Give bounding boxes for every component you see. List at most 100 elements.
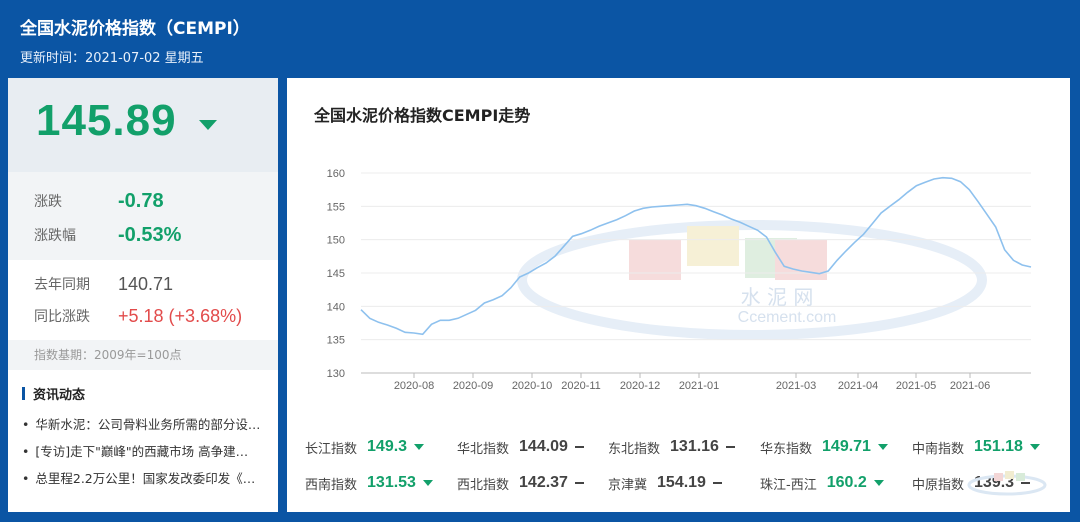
- x-axis: 2020-08 2020-09 2020-10 2020-11 2020-12 2021-…: [361, 372, 1031, 392]
- section-bar-icon: [22, 387, 25, 400]
- region-index[interactable]: 华北指数 144.09: [457, 434, 584, 460]
- x-tick-label: 2020-12: [620, 380, 660, 392]
- trend-chart: 水 泥 网 Ccement.com 160155150145140135130 …: [327, 168, 1032, 392]
- bullet-icon: •: [22, 417, 30, 432]
- change-box: 涨跌 -0.78 涨跌幅 -0.53%: [8, 172, 278, 260]
- region-index-name: 长江指数: [305, 441, 358, 457]
- news-item-text[interactable]: [专访]走下"巅峰"的西藏市场 高争建…: [35, 444, 248, 459]
- x-tick-label: 2021-06: [950, 380, 990, 392]
- y-tick-label: 150: [327, 235, 345, 247]
- watermark-block: [687, 226, 739, 266]
- region-index-name: 东北指数: [608, 441, 661, 457]
- region-index-name: 中原指数: [912, 477, 965, 493]
- chart-panel: 全国水泥价格指数CEMPI走势 水 泥 网 Ccement.com 160 155…: [287, 78, 1070, 512]
- change-pct-value: -0.53%: [118, 223, 182, 246]
- region-index-name: 西北指数: [457, 477, 510, 493]
- region-index-name: 京津冀: [608, 477, 648, 493]
- x-tick-label: 2021-03: [776, 380, 816, 392]
- region-index[interactable]: 珠江-西江 160.2: [760, 470, 884, 496]
- chart-grid: [361, 172, 1031, 374]
- down-arrow-icon: [422, 480, 433, 486]
- current-index-value: 145.89: [36, 96, 177, 145]
- x-tick-label: 2020-09: [453, 380, 493, 392]
- region-index[interactable]: 华东指数 149.71: [760, 434, 888, 460]
- base-period-note: 指数基期：2009年=100点: [8, 340, 278, 370]
- page-header: 全国水泥价格指数（CEMPI） 更新时间：2021-07-02 星期五: [20, 14, 250, 66]
- bullet-icon: •: [22, 444, 30, 459]
- x-tick-label: 2021-04: [838, 380, 878, 392]
- yoy-label: 同比涨跌: [34, 309, 90, 325]
- region-index-name: 珠江-西江: [760, 477, 817, 493]
- region-index[interactable]: 中南指数 151.18: [912, 434, 1040, 460]
- x-tick-label: 2021-05: [896, 380, 936, 392]
- region-index-value: 149.3: [367, 438, 408, 455]
- watermark-cn: 水 泥 网: [741, 285, 814, 309]
- news-header: 资讯动态: [22, 384, 278, 403]
- change-pct-row: 涨跌幅 -0.53%: [8, 218, 278, 252]
- ccement-logo-icon: [964, 467, 1050, 500]
- region-index-name: 西南指数: [305, 477, 358, 493]
- y-tick-label: 135: [327, 335, 345, 347]
- last-year-row: 去年同期 140.71: [8, 268, 278, 300]
- y-tick-label: 145: [327, 268, 345, 280]
- news-item-text[interactable]: 总里程2.2万公里！国家发改委印发《…: [35, 471, 255, 486]
- region-index-value: 149.71: [822, 438, 871, 455]
- news-item[interactable]: • [专访]走下"巅峰"的西藏市场 高争建…: [22, 438, 278, 465]
- x-tick-label: 2020-11: [561, 380, 601, 392]
- region-index-value: 131.16: [670, 438, 719, 455]
- region-index-value: 144.09: [519, 438, 568, 455]
- news-item[interactable]: • 总里程2.2万公里！国家发改委印发《…: [22, 465, 278, 492]
- flat-dash-icon: [725, 446, 735, 448]
- summary-panel: 145.89 涨跌 -0.78 涨跌幅 -0.53% 去年同期 140.71 同…: [8, 78, 278, 512]
- region-index-value: 142.37: [519, 474, 568, 491]
- y-tick-label: 160: [327, 168, 345, 180]
- watermark-block: [629, 240, 681, 280]
- region-index-value: 131.53: [367, 474, 416, 491]
- yoy-row: 同比涨跌 +5.18 (+3.68%): [8, 300, 278, 332]
- region-index[interactable]: 东北指数 131.16: [608, 434, 735, 460]
- region-index-name: 华东指数: [760, 441, 813, 457]
- last-year-label: 去年同期: [34, 277, 90, 293]
- region-index[interactable]: 西南指数 131.53: [305, 470, 433, 496]
- flat-dash-icon: [574, 482, 584, 484]
- region-index[interactable]: 西北指数 142.37: [457, 470, 584, 496]
- change-row: 涨跌 -0.78: [8, 184, 278, 218]
- yoy-value: +5.18 (+3.68%): [118, 305, 243, 326]
- news-item-text[interactable]: 华新水泥：公司骨料业务所需的部分设…: [35, 417, 260, 432]
- yoy-box: 去年同期 140.71 同比涨跌 +5.18 (+3.68%): [8, 260, 278, 340]
- watermark-en: Ccement.com: [738, 309, 837, 326]
- flat-dash-icon: [574, 446, 584, 448]
- news-section: 资讯动态 • 华新水泥：公司骨料业务所需的部分设… • [专访]走下"巅峰"的西藏市…: [8, 370, 278, 492]
- bullet-icon: •: [22, 471, 30, 486]
- region-index-name: 中南指数: [912, 441, 965, 457]
- region-index-value: 160.2: [826, 474, 867, 491]
- down-arrow-icon: [414, 444, 425, 450]
- region-index-value: 151.18: [974, 438, 1023, 455]
- current-index-box: 145.89: [8, 78, 278, 172]
- y-axis: 160 155 150 145 140 135 130: [327, 168, 345, 380]
- change-pct-label: 涨跌幅: [34, 228, 76, 244]
- region-index[interactable]: 长江指数 149.3: [305, 434, 425, 460]
- page-title: 全国水泥价格指数（CEMPI）: [20, 19, 250, 39]
- x-tick-label: 2020-10: [512, 380, 552, 392]
- news-title: 资讯动态: [33, 388, 86, 403]
- region-index-value: 154.19: [657, 474, 706, 491]
- down-arrow-icon: [1029, 444, 1040, 450]
- y-tick-label: 155: [327, 201, 345, 213]
- chart-watermark: 水 泥 网 Ccement.com: [517, 220, 987, 340]
- y-tick-label: 140: [327, 301, 345, 313]
- change-label: 涨跌: [34, 194, 62, 210]
- x-tick-label: 2020-08: [394, 380, 434, 392]
- update-time: 更新时间：2021-07-02 星期五: [20, 51, 204, 66]
- last-year-value: 140.71: [118, 273, 174, 294]
- news-item[interactable]: • 华新水泥：公司骨料业务所需的部分设…: [22, 411, 278, 438]
- down-arrow-icon: [873, 480, 884, 486]
- region-index-name: 华北指数: [457, 441, 510, 457]
- flat-dash-icon: [712, 482, 722, 484]
- down-arrow-icon: [199, 120, 217, 130]
- change-value: -0.78: [118, 189, 164, 212]
- y-tick-label: 130: [327, 368, 345, 380]
- region-index[interactable]: 京津冀 154.19: [608, 470, 722, 496]
- down-arrow-icon: [877, 444, 888, 450]
- x-tick-label: 2021-01: [679, 380, 719, 392]
